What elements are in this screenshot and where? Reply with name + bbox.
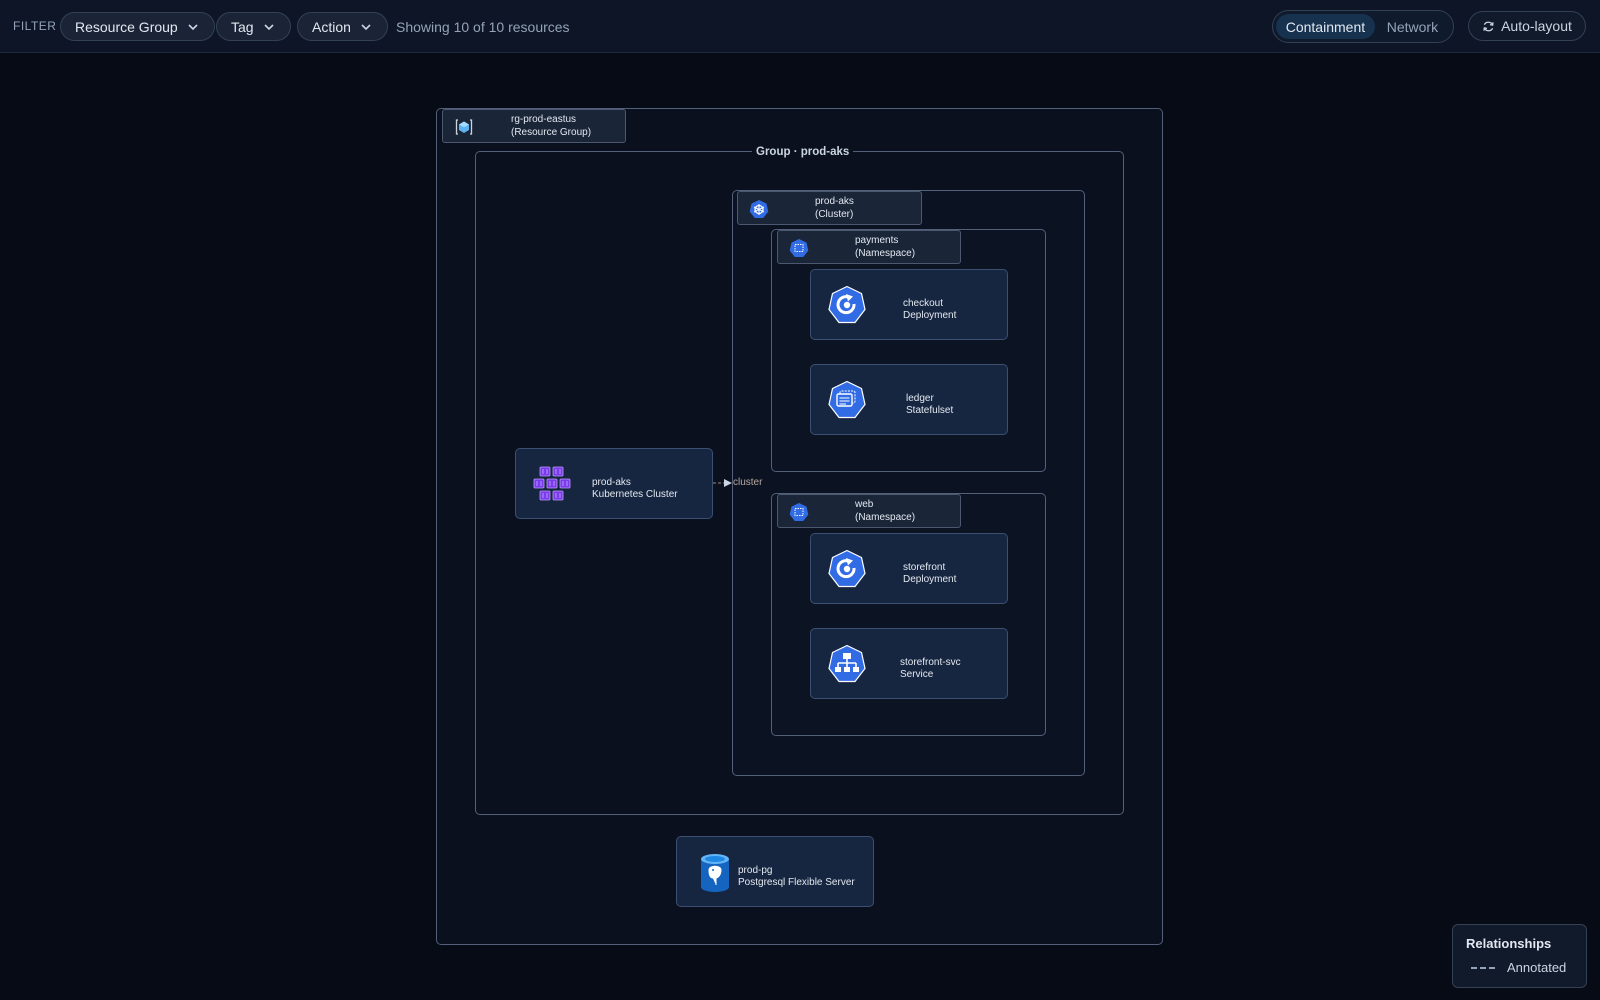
auto-layout-button[interactable]: Auto-layout bbox=[1468, 11, 1586, 41]
containment-view-tab[interactable]: Containment bbox=[1276, 14, 1375, 39]
group-title: Group · prod-aks bbox=[752, 146, 854, 158]
deployment-icon bbox=[828, 549, 866, 588]
edge-label: cluster bbox=[733, 477, 763, 488]
cluster-name: prod-aks bbox=[815, 196, 854, 207]
namespace-icon bbox=[789, 503, 809, 521]
relationships-legend: Relationships Annotated bbox=[1452, 924, 1587, 988]
node-kind: Postgresql Flexible Server bbox=[738, 877, 855, 888]
node-name: checkout bbox=[903, 298, 944, 309]
refresh-icon bbox=[1483, 21, 1494, 31]
dashed-line-swatch bbox=[1471, 967, 1495, 969]
node-name: prod-aks bbox=[592, 477, 631, 488]
network-view-tab[interactable]: Network bbox=[1375, 14, 1450, 39]
resource-group-chip[interactable]: rg-prod-eastus (Resource Group) bbox=[442, 109, 626, 143]
node-storefront-deployment[interactable]: storefront Deployment bbox=[810, 533, 1008, 604]
cluster-kind: (Cluster) bbox=[815, 208, 854, 220]
action-filter-dropdown[interactable]: Action bbox=[297, 12, 388, 41]
node-name: storefront bbox=[903, 562, 946, 573]
namespace-container-payments[interactable] bbox=[771, 229, 1046, 472]
node-name: ledger bbox=[906, 393, 934, 404]
node-ledger-statefulset[interactable]: ledger Statefulset bbox=[810, 364, 1008, 435]
resource-group-name: rg-prod-eastus bbox=[511, 114, 577, 125]
legend-item-annotated: Annotated bbox=[1507, 960, 1567, 975]
resource-count-text: Showing 10 of 10 resources bbox=[396, 19, 570, 35]
service-icon bbox=[828, 644, 866, 683]
filter-toolbar: FILTER Resource Group Tag Action Showing… bbox=[0, 0, 1600, 53]
filter-label: FILTER bbox=[13, 19, 57, 33]
statefulset-icon bbox=[828, 380, 866, 419]
kubernetes-icon bbox=[749, 200, 769, 218]
node-kind: Kubernetes Cluster bbox=[592, 489, 678, 500]
node-prod-pg-postgresql[interactable]: prod-pg Postgresql Flexible Server bbox=[676, 836, 874, 907]
node-checkout-deployment[interactable]: checkout Deployment bbox=[810, 269, 1008, 340]
deployment-icon bbox=[828, 285, 866, 324]
namespace-name: payments bbox=[855, 235, 899, 246]
tag-filter-label: Tag bbox=[231, 18, 254, 35]
action-filter-label: Action bbox=[312, 18, 351, 35]
node-name: prod-pg bbox=[738, 865, 773, 876]
tag-filter-dropdown[interactable]: Tag bbox=[216, 12, 291, 41]
namespace-container-web[interactable] bbox=[771, 493, 1046, 736]
namespace-icon bbox=[789, 239, 809, 257]
namespace-kind: (Namespace) bbox=[855, 511, 916, 523]
resource-group-filter-dropdown[interactable]: Resource Group bbox=[60, 12, 215, 41]
resource-group-icon bbox=[455, 119, 473, 135]
chevron-down-icon bbox=[264, 23, 274, 30]
cluster-chip[interactable]: prod-aks (Cluster) bbox=[737, 191, 922, 225]
postgresql-icon bbox=[701, 854, 729, 892]
legend-title: Relationships bbox=[1466, 936, 1552, 951]
namespace-chip-web[interactable]: web (Namespace) bbox=[777, 494, 961, 528]
node-kind: Statefulset bbox=[906, 405, 954, 416]
node-kind: Deployment bbox=[903, 310, 957, 321]
namespace-name: web bbox=[855, 499, 874, 510]
auto-layout-label: Auto-layout bbox=[1501, 18, 1572, 34]
view-toggle: Containment Network bbox=[1272, 10, 1454, 43]
node-name: storefront-svc bbox=[900, 657, 961, 668]
namespace-chip-payments[interactable]: payments (Namespace) bbox=[777, 230, 961, 264]
node-prod-aks-kubernetes-cluster[interactable]: prod-aks Kubernetes Cluster bbox=[515, 448, 713, 519]
node-kind: Service bbox=[900, 669, 934, 680]
namespace-kind: (Namespace) bbox=[855, 247, 916, 259]
chevron-down-icon bbox=[361, 23, 371, 30]
resource-group-kind: (Resource Group) bbox=[511, 126, 592, 138]
node-storefront-svc-service[interactable]: storefront-svc Service bbox=[810, 628, 1008, 699]
resource-group-filter-label: Resource Group bbox=[75, 18, 178, 35]
aks-cluster-icon bbox=[533, 466, 571, 501]
chevron-down-icon bbox=[188, 23, 198, 30]
node-kind: Deployment bbox=[903, 574, 957, 585]
